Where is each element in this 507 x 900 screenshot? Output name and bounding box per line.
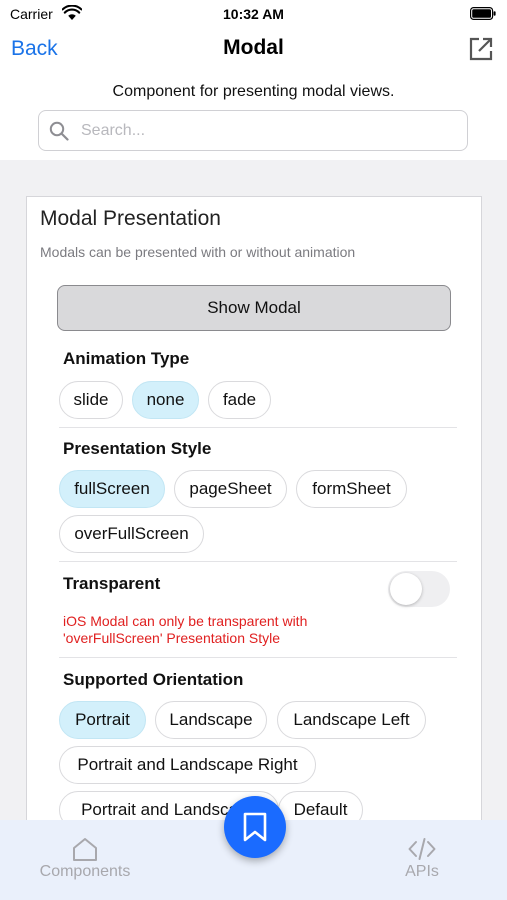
page-title: Modal: [223, 36, 284, 59]
card-subtitle: Modals can be presented with or without …: [40, 244, 356, 260]
status-bar: Carrier 10:32 AM: [0, 0, 507, 28]
header-panel: Component for presenting modal views.: [0, 72, 507, 160]
tab-apis-label: APIs: [405, 863, 439, 880]
chip-animation-none[interactable]: none: [132, 381, 199, 419]
divider: [59, 427, 457, 428]
code-icon: [408, 838, 436, 860]
home-icon: [73, 838, 97, 861]
tab-components-label: Components: [39, 863, 131, 880]
component-description: Component for presenting modal views.: [112, 83, 395, 100]
battery-icon: [470, 7, 496, 20]
presentation-style-label: Presentation Style: [63, 439, 212, 458]
chip-orientation-landscape[interactable]: Landscape: [155, 701, 267, 739]
external-link-icon[interactable]: [468, 36, 494, 62]
chip-presentation-formsheet[interactable]: formSheet: [296, 470, 407, 508]
modal-presentation-card: Modal Presentation Modals can be present…: [26, 196, 482, 836]
chip-presentation-overfullscreen[interactable]: overFullScreen: [59, 515, 204, 553]
warning-line-1: iOS Modal can only be transparent with: [63, 613, 308, 629]
animation-type-label: Animation Type: [63, 349, 190, 368]
warning-line-2: 'overFullScreen' Presentation Style: [63, 630, 281, 646]
search-box[interactable]: [38, 110, 468, 151]
chip-orientation-portrait-landscape-right[interactable]: Portrait and Landscape Right: [59, 746, 316, 784]
show-modal-button[interactable]: Show Modal: [57, 285, 451, 331]
chip-orientation-landscape-left[interactable]: Landscape Left: [277, 701, 426, 739]
bookmark-fab[interactable]: [224, 796, 286, 858]
card-title: Modal Presentation: [40, 207, 221, 230]
transparent-warning: iOS Modal can only be transparent with '…: [63, 613, 307, 647]
bookmark-icon: [243, 812, 267, 842]
nav-bar: Back Modal: [0, 28, 507, 72]
chip-animation-slide[interactable]: slide: [59, 381, 123, 419]
search-input[interactable]: [81, 120, 451, 142]
transparent-toggle[interactable]: [388, 571, 450, 607]
transparent-label: Transparent: [63, 574, 161, 593]
divider: [59, 561, 457, 562]
chip-orientation-portrait[interactable]: Portrait: [59, 701, 146, 739]
divider: [59, 657, 457, 658]
search-icon: [49, 121, 69, 141]
chip-presentation-pagesheet[interactable]: pageSheet: [174, 470, 287, 508]
supported-orientation-label: Supported Orientation: [63, 670, 244, 689]
toggle-knob: [390, 573, 422, 605]
tab-components[interactable]: Components: [25, 820, 145, 900]
chip-animation-fade[interactable]: fade: [208, 381, 271, 419]
tab-apis[interactable]: APIs: [362, 820, 482, 900]
chip-presentation-fullscreen[interactable]: fullScreen: [59, 470, 165, 508]
clock: 10:32 AM: [223, 6, 284, 22]
